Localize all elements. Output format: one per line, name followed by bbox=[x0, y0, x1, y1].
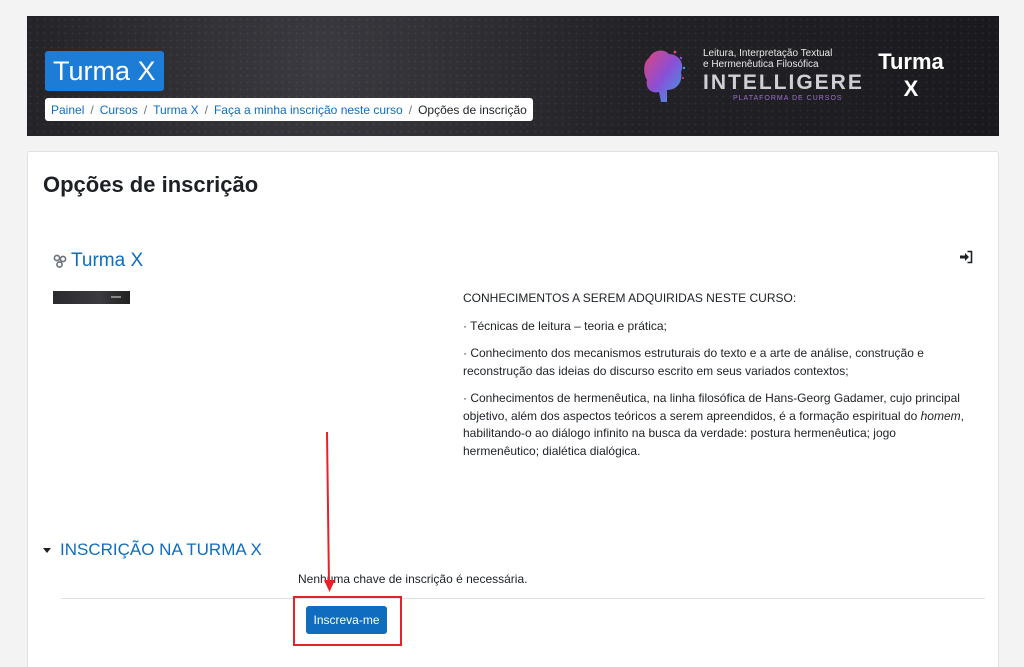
breadcrumb-separator: / bbox=[204, 102, 208, 117]
breadcrumb-enrol[interactable]: Faça a minha inscrição neste curso bbox=[214, 103, 403, 117]
course-name-link[interactable]: Turma X bbox=[53, 250, 143, 272]
course-title: Turma X bbox=[45, 51, 164, 91]
breadcrumb-separator: / bbox=[90, 102, 94, 117]
course-icon bbox=[53, 254, 67, 268]
enrol-me-button[interactable]: Inscreva-me bbox=[306, 606, 387, 634]
brand-name: INTELLIGERE bbox=[703, 71, 864, 94]
summary-heading: CONHECIMENTOS A SEREM ADQUIRIDAS NESTE C… bbox=[463, 291, 797, 305]
breadcrumb: Painel / Cursos / Turma X / Faça a minha… bbox=[45, 98, 533, 121]
breadcrumb-separator: / bbox=[408, 102, 413, 117]
chevron-down-icon bbox=[43, 547, 51, 553]
course-summary: CONHECIMENTOS A SEREM ADQUIRIDAS NESTE C… bbox=[463, 290, 973, 470]
summary-item: · Técnicas de leitura – teoria e prática… bbox=[463, 318, 667, 333]
brain-icon bbox=[644, 50, 686, 102]
divider bbox=[61, 598, 985, 599]
brand-turma: Turma X bbox=[878, 49, 944, 101]
brand-subtitle: PLATAFORMA DE CURSOS bbox=[733, 95, 843, 102]
course-image bbox=[53, 291, 130, 304]
summary-item: · Conhecimento dos mecanismos estruturai… bbox=[463, 346, 924, 378]
enrolment-section-title: INSCRIÇÃO NA TURMA X bbox=[60, 540, 262, 559]
breadcrumb-course[interactable]: Turma X bbox=[153, 103, 199, 117]
main-content: Opções de inscrição Turma X CONHECIMENTO… bbox=[27, 151, 999, 667]
page-title: Opções de inscrição bbox=[43, 172, 259, 197]
brand-logo: Leitura, Interpretação Textual e Hermenê… bbox=[641, 44, 981, 106]
breadcrumb-separator: / bbox=[143, 102, 148, 117]
breadcrumb-current: Opções de inscrição bbox=[418, 102, 527, 117]
brand-tagline: Leitura, Interpretação Textual e Hermenê… bbox=[703, 48, 833, 70]
sign-in-icon[interactable] bbox=[959, 250, 973, 264]
course-name: Turma X bbox=[71, 250, 144, 271]
breadcrumb-painel[interactable]: Painel bbox=[51, 103, 84, 117]
enrolment-key-note: Nenhuma chave de inscrição é necessária. bbox=[298, 572, 528, 586]
summary-item: · Conhecimentos de hermenêutica, na linh… bbox=[463, 391, 964, 458]
course-header: Turma X Painel / Cursos / Turma X / Faça… bbox=[27, 16, 999, 136]
enrolment-section-toggle[interactable]: INSCRIÇÃO NA TURMA X bbox=[43, 540, 262, 560]
breadcrumb-cursos[interactable]: Cursos bbox=[100, 103, 138, 117]
